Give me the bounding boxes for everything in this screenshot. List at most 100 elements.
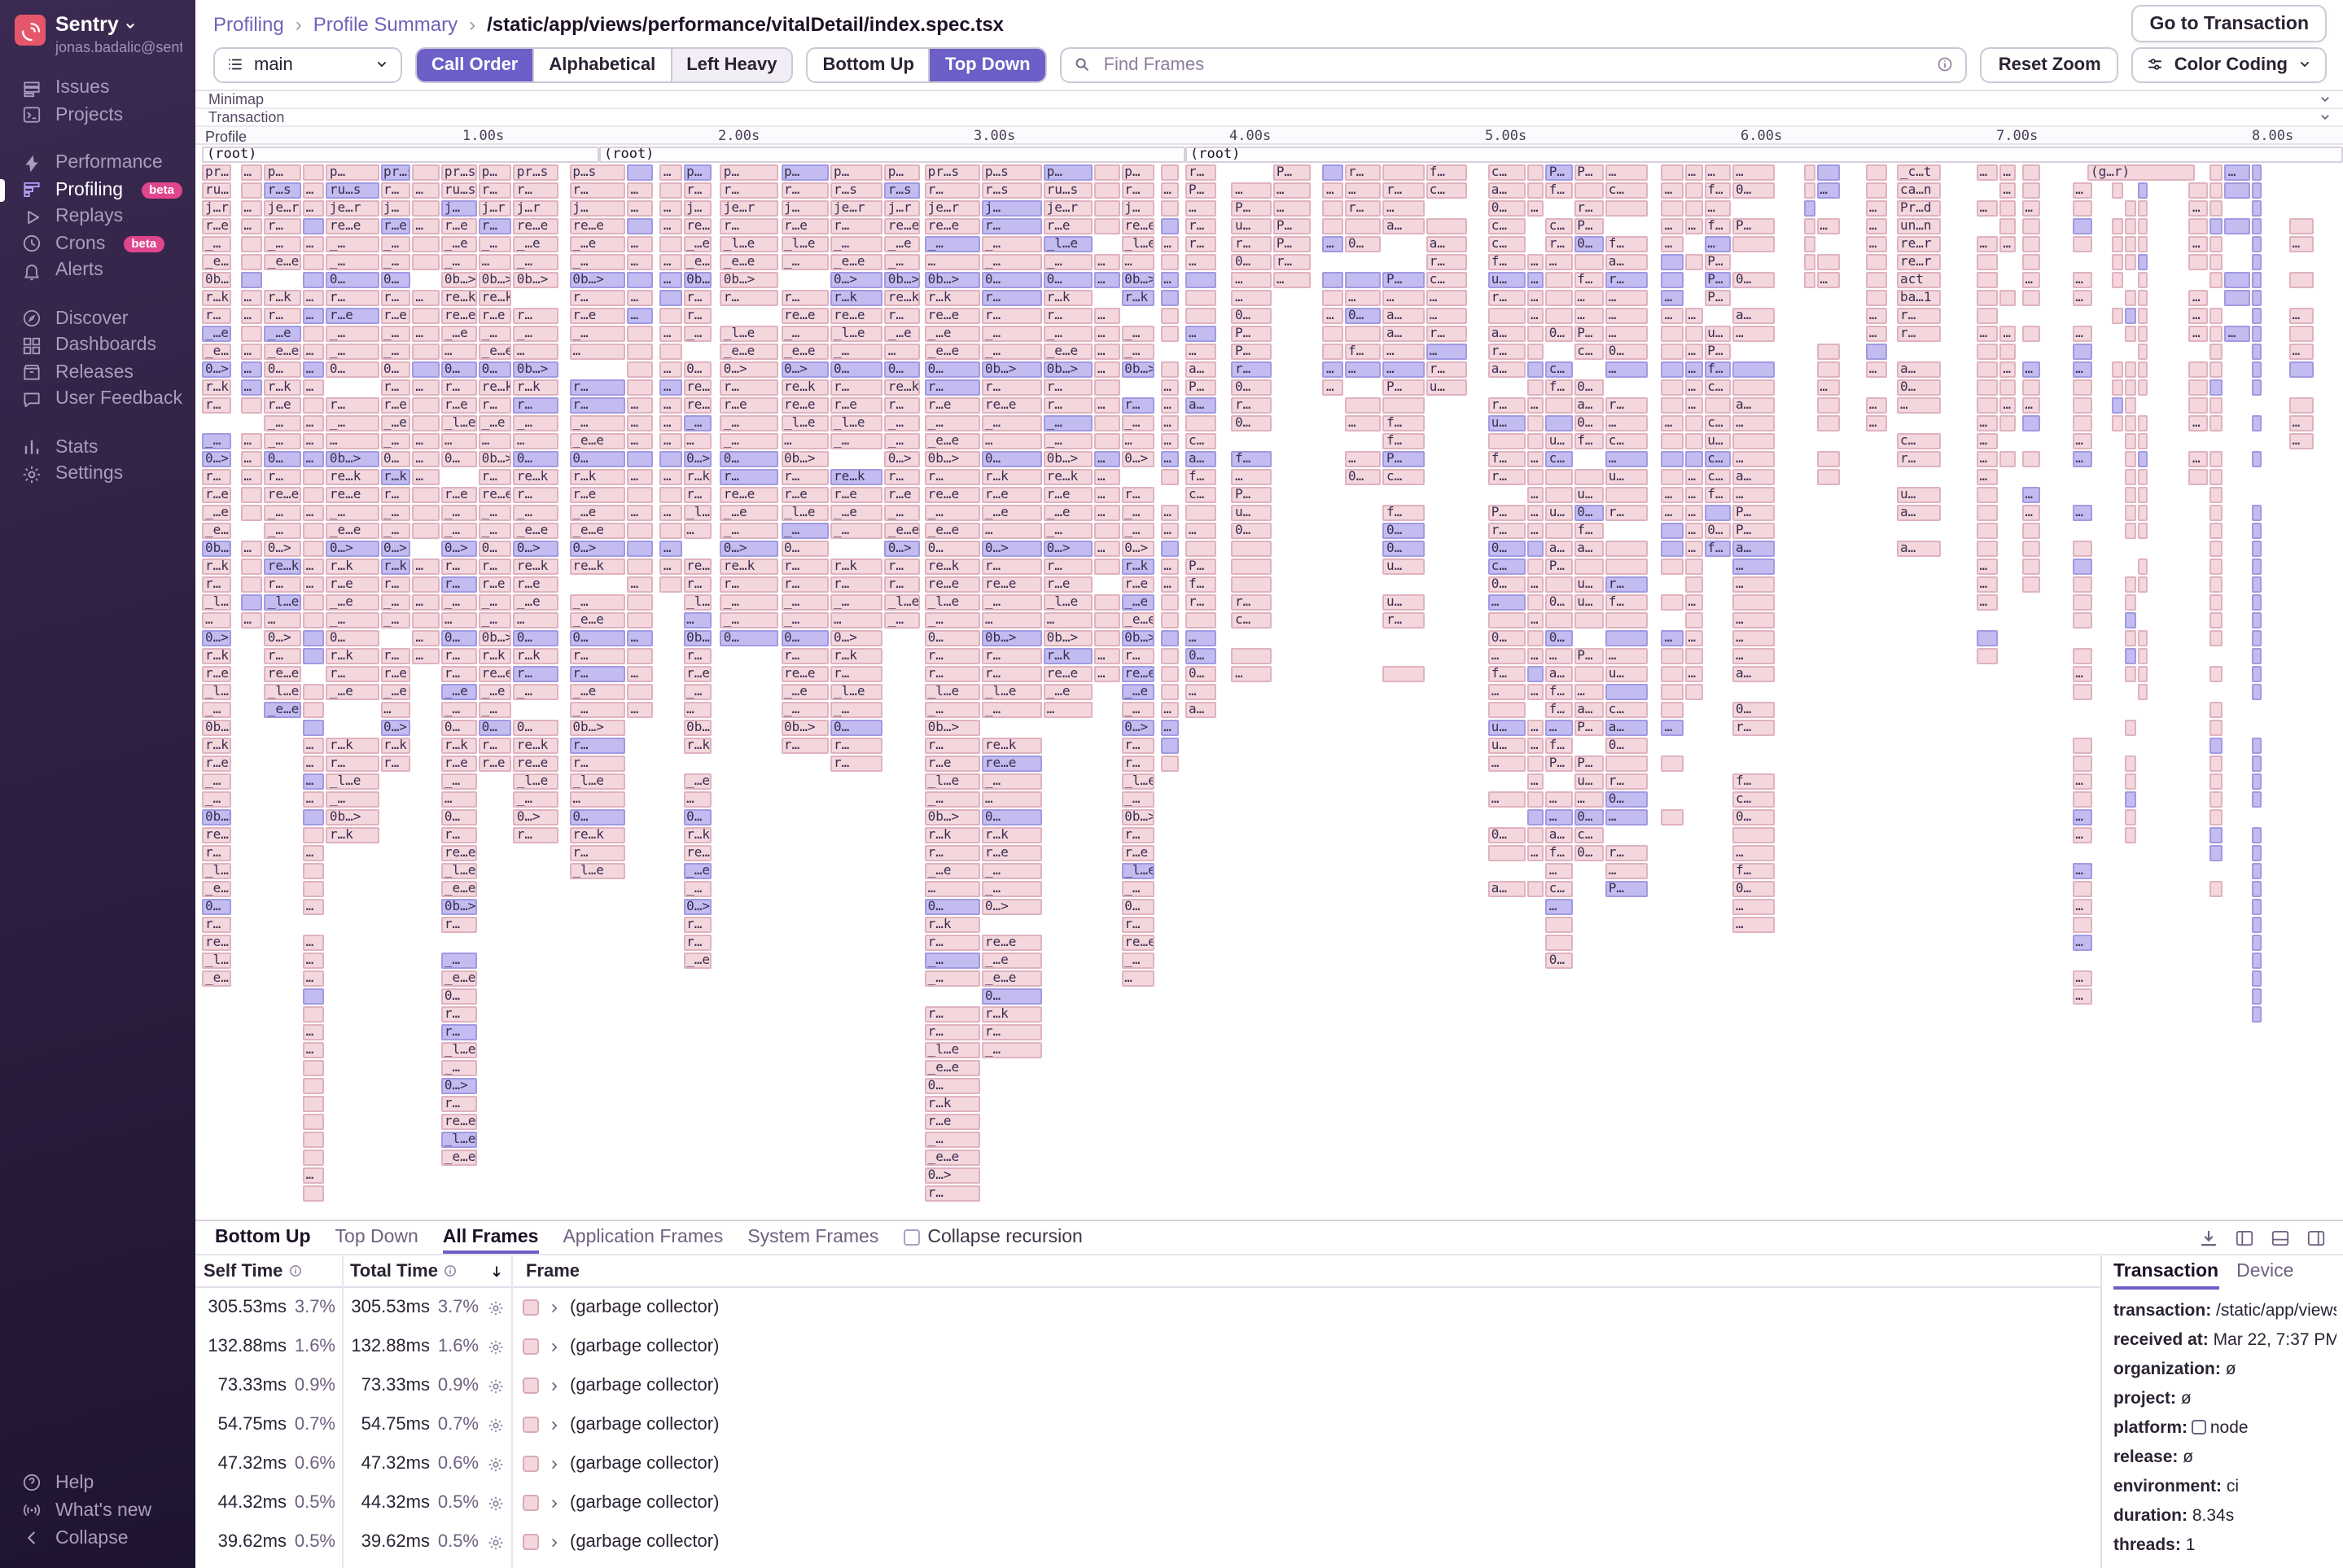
flame-frame[interactable]: 0… (1232, 379, 1272, 395)
flame-frame[interactable]: 0… (479, 361, 512, 377)
flame-frame[interactable] (1160, 665, 1179, 681)
flame-frame[interactable]: … (781, 432, 829, 449)
flame-frame[interactable]: p…s (569, 164, 625, 180)
flame-frame[interactable]: u… (1704, 325, 1731, 341)
sidebar-item-help[interactable]: Help (0, 1469, 195, 1496)
flame-frame[interactable]: r… (830, 755, 883, 771)
flame-frame[interactable]: r…e (1044, 576, 1093, 592)
flame-frame[interactable]: _e…e (569, 522, 625, 538)
flame-frame[interactable]: r… (265, 217, 301, 234)
flame-frame[interactable]: r… (925, 1185, 980, 1201)
flame-frame[interactable]: _…e (202, 325, 231, 341)
flame-frame[interactable]: _l…e (925, 773, 980, 789)
flame-frame[interactable]: 0…> (1121, 719, 1154, 735)
flame-frame[interactable]: … (1160, 576, 1179, 592)
flame-frame[interactable]: _… (441, 593, 477, 610)
flame-frame[interactable]: _l…e (202, 593, 231, 610)
flame-frame[interactable]: re…e (925, 307, 980, 323)
flame-frame[interactable]: … (303, 289, 325, 305)
flame-frame[interactable]: r… (982, 307, 1042, 323)
flame-frame[interactable] (303, 1005, 325, 1022)
flame-frame[interactable] (1816, 253, 1839, 269)
flame-frame[interactable]: r… (1044, 379, 1093, 395)
flame-frame[interactable] (1977, 361, 1999, 377)
tab-system-frames[interactable]: System Frames (747, 1221, 878, 1254)
flame-frame[interactable]: … (441, 611, 477, 628)
flame-frame[interactable] (303, 217, 325, 234)
flame-frame[interactable]: 0… (441, 719, 477, 735)
flame-frame[interactable]: ba…1 (1897, 289, 1941, 305)
flame-frame[interactable]: r…k (202, 647, 231, 664)
flame-frame[interactable]: r…k (925, 1095, 980, 1111)
flame-frame[interactable]: _l…e (1121, 862, 1154, 878)
flamegraph[interactable]: (root)(root)(root)pr…sru…sj…rr…e_…_e…e0b… (195, 145, 2343, 1220)
table-row[interactable]: 47.32ms0.6%47.32ms0.6%(garbage collector… (195, 1444, 2100, 1483)
flame-frame[interactable]: 0… (1546, 952, 1572, 968)
flame-frame[interactable]: re…e (202, 934, 231, 950)
flame-frame[interactable]: 0… (720, 450, 778, 466)
flame-frame[interactable]: … (628, 701, 654, 717)
flame-frame[interactable]: … (1732, 844, 1776, 861)
flame-frame[interactable]: re…k (569, 558, 625, 574)
flame-frame[interactable] (2253, 737, 2262, 753)
flame-frame[interactable]: _… (830, 701, 883, 717)
flame-frame[interactable]: _l…e (569, 862, 625, 878)
flame-frame[interactable]: _… (380, 593, 410, 610)
flame-frame[interactable] (1527, 558, 1544, 574)
flame-frame[interactable] (1977, 271, 1999, 287)
flame-frame[interactable]: 0… (1232, 307, 1272, 323)
flame-frame[interactable]: P… (1546, 558, 1572, 574)
flame-frame[interactable]: _e…e (925, 1059, 980, 1075)
flame-frame[interactable] (2210, 826, 2223, 843)
flame-frame[interactable]: a… (1488, 182, 1526, 198)
flame-frame[interactable]: … (240, 307, 262, 323)
flame-frame[interactable] (412, 343, 439, 359)
flame-frame[interactable]: 0… (514, 629, 559, 646)
flame-frame[interactable]: r… (885, 558, 921, 574)
flame-frame[interactable] (628, 683, 654, 699)
flame-frame[interactable] (2021, 164, 2039, 180)
frame-header[interactable]: Frame (511, 1261, 2100, 1281)
flame-frame[interactable] (2072, 379, 2093, 395)
flame-frame[interactable]: _l…e (830, 325, 883, 341)
flame-frame[interactable]: r… (514, 486, 559, 502)
flame-frame[interactable]: _… (514, 683, 559, 699)
flame-frame[interactable] (1094, 593, 1119, 610)
flame-frame[interactable]: 0…> (720, 361, 778, 377)
flame-frame[interactable]: … (1732, 898, 1776, 914)
flame-frame[interactable]: re…e (514, 217, 559, 234)
flame-frame[interactable]: P… (1732, 522, 1776, 538)
flame-frame[interactable] (1426, 217, 1467, 234)
flame-frame[interactable] (1684, 683, 1702, 699)
flame-frame[interactable]: a… (1897, 504, 1941, 520)
flame-frame[interactable]: _… (326, 253, 379, 269)
table-row[interactable]: 132.88ms1.6%132.88ms1.6%(garbage collect… (195, 1327, 2100, 1366)
flame-frame[interactable] (1185, 504, 1215, 520)
flame-frame[interactable]: … (1977, 576, 1999, 592)
flame-frame[interactable]: _… (830, 235, 883, 252)
flame-frame[interactable]: P… (1704, 289, 1731, 305)
flame-frame[interactable]: r…k (326, 647, 379, 664)
flame-frame[interactable] (2021, 235, 2039, 252)
flame-frame[interactable]: j… (982, 199, 1042, 216)
flame-frame[interactable] (412, 486, 439, 502)
flame-frame[interactable] (1323, 343, 1343, 359)
flame-frame[interactable]: P… (1546, 164, 1572, 180)
flame-frame[interactable] (1160, 361, 1179, 377)
flame-frame[interactable] (2125, 450, 2136, 466)
flame-frame[interactable] (2189, 468, 2209, 484)
flame-frame[interactable]: … (1977, 325, 1999, 341)
flame-frame[interactable]: 0b…> (1044, 450, 1093, 466)
flame-frame[interactable]: a… (1426, 235, 1467, 252)
flame-frame[interactable]: r… (265, 307, 301, 323)
flame-frame[interactable]: 0b…> (1121, 271, 1154, 287)
expand-frame-icon[interactable] (547, 1496, 562, 1510)
flame-frame[interactable] (2072, 396, 2093, 413)
flame-frame[interactable] (2210, 755, 2223, 771)
flame-frame[interactable]: … (1094, 468, 1119, 484)
flame-frame[interactable]: u… (1488, 737, 1526, 753)
flame-frame[interactable] (2289, 217, 2314, 234)
flame-frame[interactable] (2253, 629, 2262, 646)
flame-frame[interactable]: _…e (683, 235, 712, 252)
flame-frame[interactable]: 0… (781, 540, 829, 556)
